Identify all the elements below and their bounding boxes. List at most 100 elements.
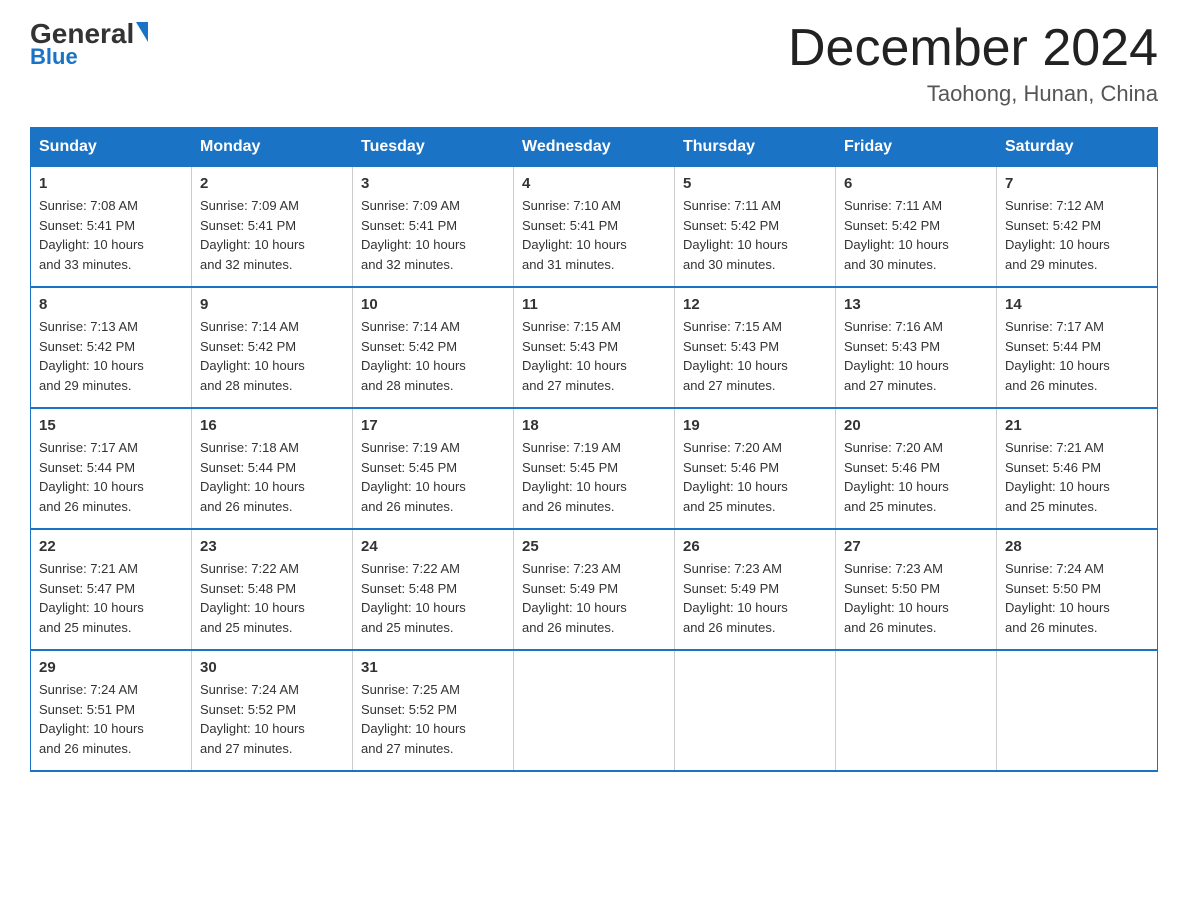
calendar-day-cell: 18 Sunrise: 7:19 AM Sunset: 5:45 PM Dayl… (514, 408, 675, 529)
title-section: December 2024 Taohong, Hunan, China (788, 20, 1158, 107)
page-header: General Blue December 2024 Taohong, Huna… (30, 20, 1158, 107)
calendar-day-cell: 15 Sunrise: 7:17 AM Sunset: 5:44 PM Dayl… (31, 408, 192, 529)
header-tuesday: Tuesday (353, 128, 514, 167)
day-number: 2 (200, 175, 344, 192)
day-info: Sunrise: 7:19 AM Sunset: 5:45 PM Dayligh… (361, 438, 505, 516)
calendar-day-cell (836, 650, 997, 771)
day-number: 21 (1005, 417, 1149, 434)
calendar-day-cell: 29 Sunrise: 7:24 AM Sunset: 5:51 PM Dayl… (31, 650, 192, 771)
calendar-day-cell: 9 Sunrise: 7:14 AM Sunset: 5:42 PM Dayli… (192, 287, 353, 408)
calendar-day-cell: 28 Sunrise: 7:24 AM Sunset: 5:50 PM Dayl… (997, 529, 1158, 650)
calendar-day-cell: 26 Sunrise: 7:23 AM Sunset: 5:49 PM Dayl… (675, 529, 836, 650)
day-info: Sunrise: 7:14 AM Sunset: 5:42 PM Dayligh… (361, 317, 505, 395)
calendar-day-cell: 1 Sunrise: 7:08 AM Sunset: 5:41 PM Dayli… (31, 167, 192, 288)
day-info: Sunrise: 7:11 AM Sunset: 5:42 PM Dayligh… (683, 196, 827, 274)
calendar-day-cell: 31 Sunrise: 7:25 AM Sunset: 5:52 PM Dayl… (353, 650, 514, 771)
day-number: 4 (522, 175, 666, 192)
day-info: Sunrise: 7:25 AM Sunset: 5:52 PM Dayligh… (361, 680, 505, 758)
calendar-day-cell: 11 Sunrise: 7:15 AM Sunset: 5:43 PM Dayl… (514, 287, 675, 408)
day-info: Sunrise: 7:23 AM Sunset: 5:49 PM Dayligh… (522, 559, 666, 637)
day-number: 29 (39, 659, 183, 676)
day-number: 5 (683, 175, 827, 192)
calendar-day-cell: 6 Sunrise: 7:11 AM Sunset: 5:42 PM Dayli… (836, 167, 997, 288)
day-number: 17 (361, 417, 505, 434)
calendar-day-cell: 17 Sunrise: 7:19 AM Sunset: 5:45 PM Dayl… (353, 408, 514, 529)
day-number: 25 (522, 538, 666, 555)
day-info: Sunrise: 7:17 AM Sunset: 5:44 PM Dayligh… (39, 438, 183, 516)
day-info: Sunrise: 7:20 AM Sunset: 5:46 PM Dayligh… (683, 438, 827, 516)
calendar-week-row: 22 Sunrise: 7:21 AM Sunset: 5:47 PM Dayl… (31, 529, 1158, 650)
calendar-day-cell: 8 Sunrise: 7:13 AM Sunset: 5:42 PM Dayli… (31, 287, 192, 408)
calendar-day-cell: 30 Sunrise: 7:24 AM Sunset: 5:52 PM Dayl… (192, 650, 353, 771)
calendar-day-cell: 23 Sunrise: 7:22 AM Sunset: 5:48 PM Dayl… (192, 529, 353, 650)
calendar-day-cell: 14 Sunrise: 7:17 AM Sunset: 5:44 PM Dayl… (997, 287, 1158, 408)
calendar-day-cell: 7 Sunrise: 7:12 AM Sunset: 5:42 PM Dayli… (997, 167, 1158, 288)
day-number: 20 (844, 417, 988, 434)
day-info: Sunrise: 7:09 AM Sunset: 5:41 PM Dayligh… (361, 196, 505, 274)
day-number: 3 (361, 175, 505, 192)
calendar-day-cell: 10 Sunrise: 7:14 AM Sunset: 5:42 PM Dayl… (353, 287, 514, 408)
day-info: Sunrise: 7:19 AM Sunset: 5:45 PM Dayligh… (522, 438, 666, 516)
location-title: Taohong, Hunan, China (788, 81, 1158, 107)
day-number: 19 (683, 417, 827, 434)
calendar-table: Sunday Monday Tuesday Wednesday Thursday… (30, 127, 1158, 772)
day-info: Sunrise: 7:17 AM Sunset: 5:44 PM Dayligh… (1005, 317, 1149, 395)
calendar-week-row: 29 Sunrise: 7:24 AM Sunset: 5:51 PM Dayl… (31, 650, 1158, 771)
day-info: Sunrise: 7:12 AM Sunset: 5:42 PM Dayligh… (1005, 196, 1149, 274)
calendar-day-cell: 22 Sunrise: 7:21 AM Sunset: 5:47 PM Dayl… (31, 529, 192, 650)
day-info: Sunrise: 7:20 AM Sunset: 5:46 PM Dayligh… (844, 438, 988, 516)
calendar-day-cell: 16 Sunrise: 7:18 AM Sunset: 5:44 PM Dayl… (192, 408, 353, 529)
calendar-day-cell: 2 Sunrise: 7:09 AM Sunset: 5:41 PM Dayli… (192, 167, 353, 288)
day-number: 27 (844, 538, 988, 555)
calendar-day-cell: 12 Sunrise: 7:15 AM Sunset: 5:43 PM Dayl… (675, 287, 836, 408)
day-info: Sunrise: 7:09 AM Sunset: 5:41 PM Dayligh… (200, 196, 344, 274)
calendar-day-cell: 20 Sunrise: 7:20 AM Sunset: 5:46 PM Dayl… (836, 408, 997, 529)
day-number: 13 (844, 296, 988, 313)
calendar-day-cell: 13 Sunrise: 7:16 AM Sunset: 5:43 PM Dayl… (836, 287, 997, 408)
calendar-week-row: 1 Sunrise: 7:08 AM Sunset: 5:41 PM Dayli… (31, 167, 1158, 288)
header-saturday: Saturday (997, 128, 1158, 167)
day-info: Sunrise: 7:24 AM Sunset: 5:52 PM Dayligh… (200, 680, 344, 758)
day-number: 31 (361, 659, 505, 676)
calendar-header: Sunday Monday Tuesday Wednesday Thursday… (31, 128, 1158, 167)
day-info: Sunrise: 7:16 AM Sunset: 5:43 PM Dayligh… (844, 317, 988, 395)
header-friday: Friday (836, 128, 997, 167)
logo-blue-text: Blue (30, 44, 78, 70)
day-number: 22 (39, 538, 183, 555)
calendar-day-cell: 19 Sunrise: 7:20 AM Sunset: 5:46 PM Dayl… (675, 408, 836, 529)
day-info: Sunrise: 7:22 AM Sunset: 5:48 PM Dayligh… (200, 559, 344, 637)
header-monday: Monday (192, 128, 353, 167)
day-info: Sunrise: 7:10 AM Sunset: 5:41 PM Dayligh… (522, 196, 666, 274)
calendar-day-cell: 4 Sunrise: 7:10 AM Sunset: 5:41 PM Dayli… (514, 167, 675, 288)
day-number: 1 (39, 175, 183, 192)
day-number: 14 (1005, 296, 1149, 313)
calendar-day-cell (997, 650, 1158, 771)
day-number: 23 (200, 538, 344, 555)
calendar-body: 1 Sunrise: 7:08 AM Sunset: 5:41 PM Dayli… (31, 167, 1158, 772)
day-number: 12 (683, 296, 827, 313)
day-info: Sunrise: 7:15 AM Sunset: 5:43 PM Dayligh… (522, 317, 666, 395)
day-info: Sunrise: 7:18 AM Sunset: 5:44 PM Dayligh… (200, 438, 344, 516)
day-info: Sunrise: 7:15 AM Sunset: 5:43 PM Dayligh… (683, 317, 827, 395)
calendar-day-cell: 25 Sunrise: 7:23 AM Sunset: 5:49 PM Dayl… (514, 529, 675, 650)
calendar-day-cell: 27 Sunrise: 7:23 AM Sunset: 5:50 PM Dayl… (836, 529, 997, 650)
day-info: Sunrise: 7:22 AM Sunset: 5:48 PM Dayligh… (361, 559, 505, 637)
calendar-day-cell (514, 650, 675, 771)
day-number: 15 (39, 417, 183, 434)
day-info: Sunrise: 7:21 AM Sunset: 5:47 PM Dayligh… (39, 559, 183, 637)
day-number: 11 (522, 296, 666, 313)
day-info: Sunrise: 7:11 AM Sunset: 5:42 PM Dayligh… (844, 196, 988, 274)
header-wednesday: Wednesday (514, 128, 675, 167)
day-info: Sunrise: 7:21 AM Sunset: 5:46 PM Dayligh… (1005, 438, 1149, 516)
day-info: Sunrise: 7:14 AM Sunset: 5:42 PM Dayligh… (200, 317, 344, 395)
day-number: 26 (683, 538, 827, 555)
header-row: Sunday Monday Tuesday Wednesday Thursday… (31, 128, 1158, 167)
day-info: Sunrise: 7:24 AM Sunset: 5:50 PM Dayligh… (1005, 559, 1149, 637)
header-thursday: Thursday (675, 128, 836, 167)
day-number: 10 (361, 296, 505, 313)
calendar-day-cell (675, 650, 836, 771)
day-number: 16 (200, 417, 344, 434)
day-number: 6 (844, 175, 988, 192)
logo-arrow-icon (136, 22, 148, 42)
day-number: 18 (522, 417, 666, 434)
